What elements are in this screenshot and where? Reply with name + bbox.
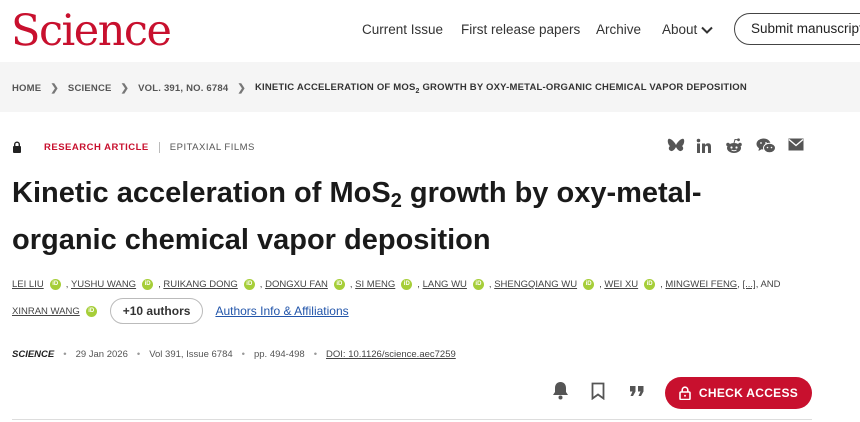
chevron-down-icon [701, 26, 713, 34]
science-logo[interactable]: Science [11, 6, 172, 56]
publication-info: SCIENCE • 29 Jan 2026 • Vol 391, Issue 6… [12, 349, 456, 360]
orcid-icon[interactable]: iD [49, 279, 61, 290]
journal-name[interactable]: SCIENCE [12, 349, 54, 360]
breadcrumb-home[interactable]: HOME [12, 83, 41, 94]
submit-manuscript-button[interactable]: Submit manuscript [734, 13, 860, 45]
share-bar [667, 138, 804, 159]
bluesky-icon[interactable] [667, 138, 685, 159]
nav-about[interactable]: About [662, 22, 713, 37]
article-title: Kinetic acceleration of MoS2 growth by o… [12, 177, 702, 256]
author-link[interactable]: MINGWEI FENG [665, 278, 737, 291]
author-link[interactable]: LANG WU [423, 278, 467, 291]
email-icon[interactable] [788, 138, 804, 159]
lock-icon [679, 386, 691, 400]
nav-current-issue[interactable]: Current Issue [362, 22, 443, 37]
wechat-icon[interactable] [756, 138, 776, 159]
orcid-icon[interactable]: iD [333, 279, 345, 290]
nav-archive[interactable]: Archive [596, 22, 641, 37]
divider [158, 141, 160, 153]
bell-icon[interactable] [552, 381, 569, 405]
reddit-icon[interactable] [725, 138, 743, 159]
breadcrumb-volume[interactable]: VOL. 391, NO. 6784 [138, 83, 228, 94]
chevron-right-icon: ❯ [120, 82, 130, 94]
affiliations-link[interactable]: Authors Info & Affiliations [215, 304, 348, 318]
doi-link[interactable]: DOI: 10.1126/science.aec7259 [326, 349, 456, 360]
check-access-label: CHECK ACCESS [698, 386, 799, 400]
author-link[interactable]: DONGXU FAN [265, 278, 328, 291]
orcid-icon[interactable]: iD [85, 305, 97, 317]
chevron-right-icon: ❯ [50, 82, 59, 94]
author-link[interactable]: SI MENG [355, 278, 395, 291]
breadcrumb-current: KINETIC ACCELERATION OF MOS2 GROWTH BY O… [254, 82, 747, 95]
author-link[interactable]: LEI LIU [12, 278, 44, 291]
pub-date: 29 Jan 2026 [75, 349, 128, 360]
author-link[interactable]: XINRAN WANG [12, 305, 80, 318]
and-text: , AND [755, 279, 781, 290]
pages: pp. 494-498 [253, 349, 305, 360]
divider [12, 419, 812, 420]
quote-icon[interactable] [629, 384, 645, 403]
article-tools [552, 381, 645, 405]
nav-first-release[interactable]: First release papers [461, 22, 580, 37]
orcid-icon[interactable]: iD [401, 279, 413, 290]
breadcrumb: HOME ❯ SCIENCE ❯ VOL. 391, NO. 6784 ❯ KI… [0, 62, 860, 112]
check-access-button[interactable]: CHECK ACCESS [665, 377, 812, 409]
linkedin-icon[interactable] [696, 138, 712, 159]
orcid-icon[interactable]: iD [583, 279, 595, 290]
more-authors-button[interactable]: +10 authors [109, 298, 204, 324]
bookmark-icon[interactable] [591, 382, 605, 405]
article-subject[interactable]: EPITAXIAL FILMS [170, 142, 255, 153]
lock-icon [13, 141, 21, 153]
orcid-icon[interactable]: iD [142, 279, 154, 290]
orcid-icon[interactable]: iD [243, 279, 255, 290]
author-link[interactable]: SHENGQIANG WU [494, 278, 577, 291]
nav-about-label: About [662, 22, 698, 37]
orcid-icon[interactable]: iD [472, 279, 484, 290]
author-link[interactable]: YUSHU WANG [71, 278, 136, 291]
orcid-icon[interactable]: iD [644, 279, 656, 290]
site-header: Science Current Issue First release pape… [0, 0, 860, 62]
volume-issue[interactable]: Vol 391, Issue 6784 [149, 349, 232, 360]
breadcrumb-science[interactable]: SCIENCE [68, 83, 112, 94]
article-meta: RESEARCH ARTICLE EPITAXIAL FILMS [12, 141, 255, 153]
chevron-right-icon: ❯ [237, 82, 246, 94]
author-link[interactable]: RUIKANG DONG [163, 278, 237, 291]
article-type[interactable]: RESEARCH ARTICLE [44, 142, 149, 153]
expand-authors-link[interactable]: [...] [742, 278, 755, 291]
author-link[interactable]: WEI XU [604, 278, 638, 291]
